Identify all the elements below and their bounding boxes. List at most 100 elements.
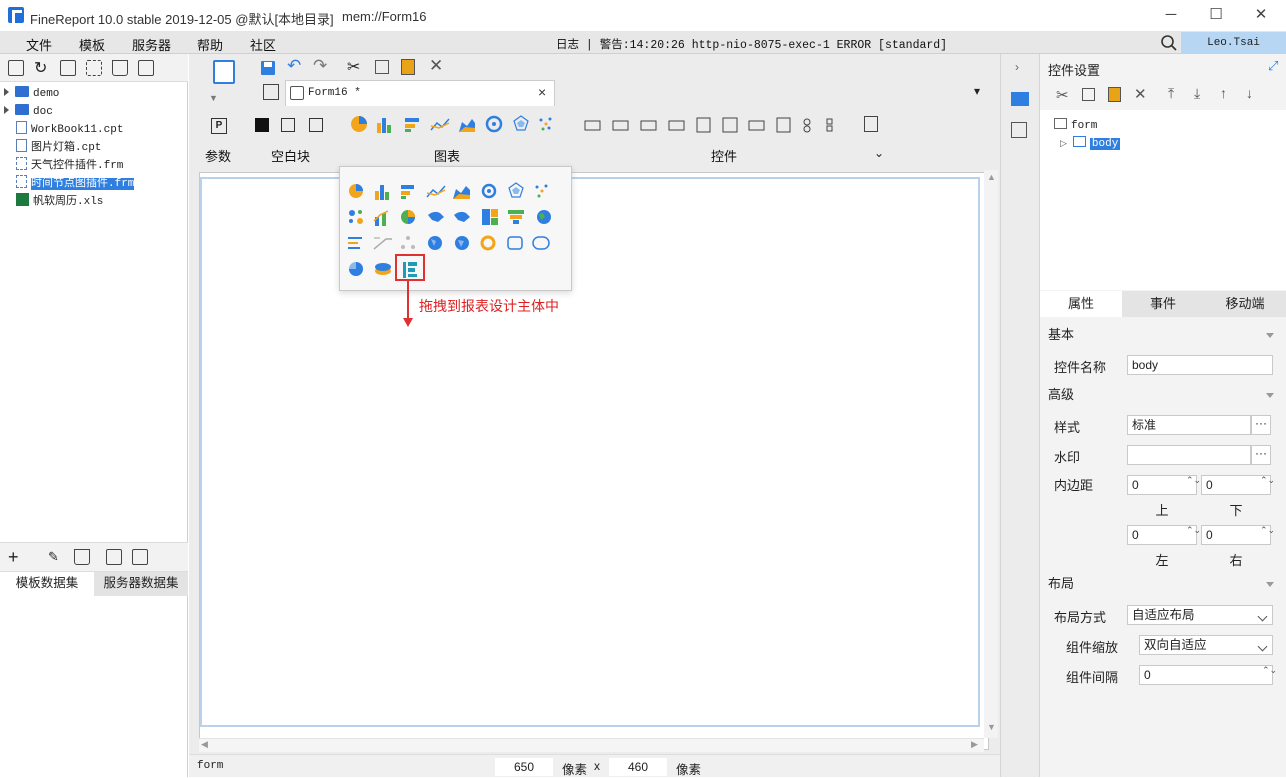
move-bottom-icon[interactable]: ⤓ [1194, 85, 1200, 102]
tab-properties[interactable]: 属性 [1040, 291, 1122, 317]
delete-dataset-icon[interactable] [74, 549, 90, 565]
panel-delete-icon[interactable]: ✕ [1134, 85, 1147, 103]
tab-form16[interactable]: Form16 * × [285, 80, 555, 106]
timeline-chart-highlight[interactable] [395, 254, 425, 281]
collapse-arrow-icon[interactable]: › [1015, 60, 1019, 74]
edit-icon[interactable]: ✎ [48, 549, 59, 565]
tree-folder-demo[interactable]: demo [4, 84, 184, 102]
minimize-button[interactable]: ─ [1159, 4, 1183, 26]
param-icon[interactable]: P [211, 118, 227, 134]
move-up-icon[interactable]: ↑ [1220, 85, 1227, 101]
copy-icon[interactable] [138, 60, 154, 76]
move-down-icon[interactable]: ↓ [1246, 85, 1253, 101]
document-tabs: Form16 * × ▾ [249, 80, 994, 106]
maximize-button[interactable]: ☐ [1204, 4, 1228, 26]
widget-expand-icon[interactable]: ⌄ [874, 146, 884, 160]
split-block-icon[interactable] [281, 118, 295, 132]
component-library-icon[interactable] [1011, 122, 1027, 138]
tree-node-form[interactable]: form [1054, 118, 1097, 132]
status-bar: form 650 像素 x 460 像素 [189, 754, 1000, 777]
settings-icon[interactable] [86, 60, 102, 76]
style-label: 样式 [1054, 420, 1081, 435]
tab-menu-icon[interactable]: ▾ [974, 84, 980, 98]
tree-file-weather[interactable]: 天气控件插件.frm [4, 156, 184, 174]
log-status[interactable]: 日志 | 警告:14:20:26 http-nio-8075-exec-1 ER… [556, 36, 947, 52]
height-input[interactable]: 460 [609, 758, 667, 776]
gap-stepper[interactable]: 0 [1139, 665, 1273, 685]
preview-icon[interactable] [106, 549, 122, 565]
tree-node-body[interactable]: ▷ body [1060, 136, 1121, 150]
blank-block-icon[interactable] [255, 118, 269, 132]
panel-splitter[interactable] [0, 484, 188, 488]
watermark-more-button[interactable]: ··· [1251, 445, 1271, 465]
tab-block-icon[interactable] [309, 118, 323, 132]
gap-label: 组件间隔 [1066, 670, 1119, 685]
popup-globe-icon [428, 236, 442, 250]
refresh-icon[interactable]: ↻ [34, 58, 47, 78]
form-body-canvas[interactable] [200, 177, 980, 727]
user-badge[interactable]: Leo.Tsai [1181, 32, 1286, 54]
tree-file-workbook11[interactable]: WorkBook11.cpt [4, 120, 184, 138]
cut-icon[interactable]: ✂ [347, 57, 360, 77]
widget-settings-icon[interactable] [1011, 92, 1029, 106]
panel-copy-icon[interactable] [1082, 88, 1095, 101]
padding-right-stepper[interactable]: 0 [1201, 525, 1271, 545]
copy-widget-icon[interactable] [375, 60, 389, 74]
tab-mobile[interactable]: 移动端 [1204, 291, 1286, 317]
section-advanced[interactable]: 高级 [1048, 384, 1278, 406]
tree-file-timeline[interactable]: 时间节点图插件.frm [4, 174, 184, 192]
form-designer-icon[interactable] [213, 60, 235, 84]
log-warning: 警告:14:20:26 http-nio-8075-exec-1 ERROR [… [599, 39, 948, 52]
dataset-settings-icon[interactable] [132, 549, 148, 565]
tab-close-icon[interactable]: × [538, 84, 546, 100]
section-layout[interactable]: 布局 [1048, 573, 1278, 595]
move-top-icon[interactable]: ⤒ [1168, 85, 1174, 102]
tab-server-datasets[interactable]: 服务器数据集 [94, 572, 188, 596]
section-basic[interactable]: 基本 [1048, 324, 1278, 346]
tree-file-lightbox[interactable]: 图片灯箱.cpt [4, 138, 184, 156]
tab-template-datasets[interactable]: 模板数据集 [0, 572, 94, 596]
undo-icon[interactable]: ↶ [287, 56, 301, 76]
tree-file-calendar[interactable]: 帆软周历.xls [4, 192, 184, 210]
paste-icon[interactable] [401, 59, 415, 75]
panel-cut-icon[interactable]: ✂ [1056, 86, 1069, 104]
panel-paste-icon[interactable] [1108, 87, 1121, 102]
dropdown-icon[interactable]: ▼ [209, 90, 225, 103]
layout-mode-select[interactable]: 自适应布局 [1127, 605, 1273, 625]
padding-bottom-stepper[interactable]: 0 [1201, 475, 1271, 495]
template-panel: ↻ demo doc WorkBook11.cpt 图片灯箱.cpt 天气控件插… [0, 54, 188, 777]
style-field[interactable]: 标准 [1127, 415, 1251, 435]
new-folder-icon[interactable] [8, 60, 24, 76]
tree-folder-doc[interactable]: doc [4, 102, 184, 120]
delete-icon[interactable] [112, 60, 128, 76]
horizontal-scrollbar[interactable]: ◀ ▶ [199, 738, 984, 752]
search-icon[interactable] [1160, 34, 1178, 52]
scale-select[interactable]: 双向自适应 [1139, 635, 1273, 655]
padding-top-stepper[interactable]: 0 [1127, 475, 1197, 495]
menu-server[interactable]: 服务器 [132, 35, 171, 54]
padding-left-stepper[interactable]: 0 [1127, 525, 1197, 545]
save-icon[interactable] [259, 59, 277, 77]
combo-icon [668, 120, 685, 131]
menu-community[interactable]: 社区 [250, 35, 276, 54]
add-dataset-icon[interactable]: + [8, 547, 19, 568]
menu-file[interactable]: 文件 [26, 35, 52, 54]
popup-hbar-icon [401, 185, 414, 199]
redo-icon[interactable]: ↷ [313, 56, 327, 76]
vertical-scrollbar[interactable]: ▲ ▼ [984, 170, 998, 738]
grid-icon[interactable] [263, 84, 279, 100]
delete-widget-icon[interactable]: ✕ [429, 56, 443, 76]
menu-help[interactable]: 帮助 [197, 35, 223, 54]
open-icon[interactable] [60, 60, 76, 76]
watermark-field[interactable] [1127, 445, 1251, 465]
width-input[interactable]: 650 [495, 758, 553, 776]
menu-template[interactable]: 模板 [79, 35, 105, 54]
style-more-button[interactable]: ··· [1251, 415, 1271, 435]
expand-panel-icon[interactable]: ⤢ [1268, 58, 1278, 74]
close-window-button[interactable]: ✕ [1249, 4, 1273, 26]
widget-name-field[interactable]: body [1127, 355, 1273, 375]
search-widget-icon[interactable] [864, 116, 878, 132]
tab-events[interactable]: 事件 [1122, 291, 1204, 317]
window-file-path: mem://Form16 [342, 9, 427, 24]
padding-top-label: 上 [1155, 503, 1169, 518]
